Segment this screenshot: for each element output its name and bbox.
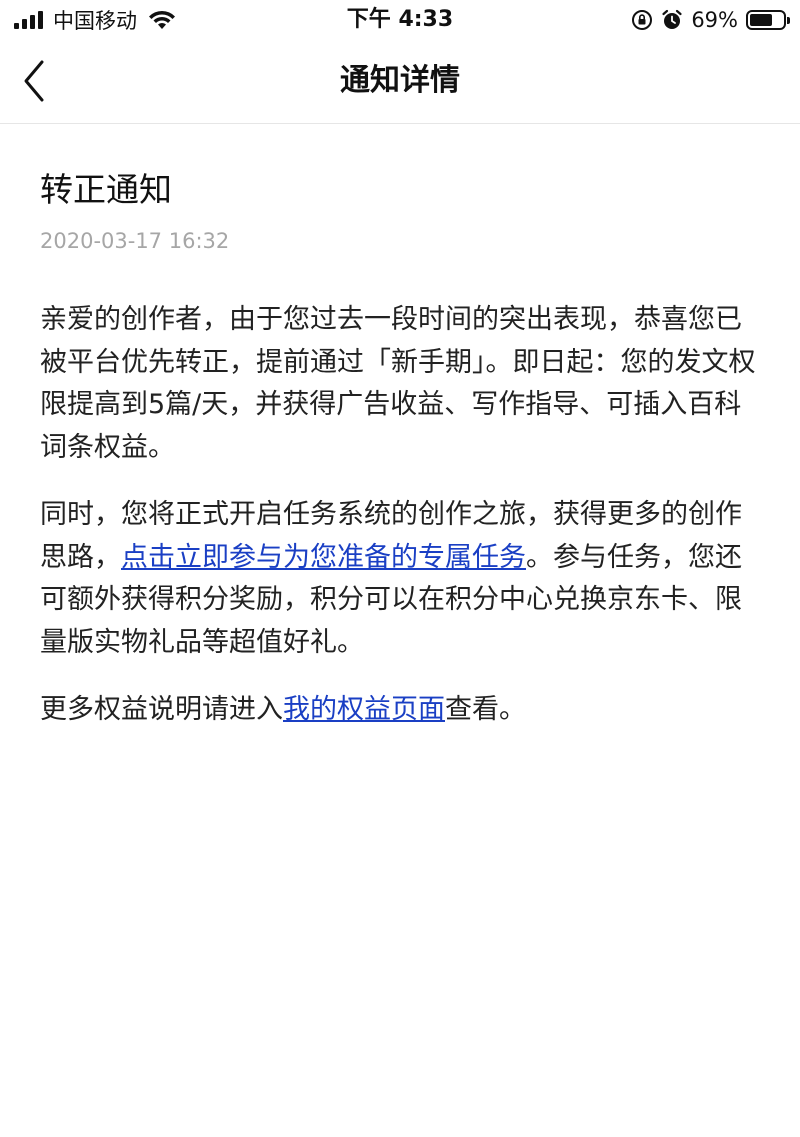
my-benefits-link[interactable]: 我的权益页面 — [283, 694, 445, 725]
status-right: 69% — [631, 6, 790, 34]
status-bar: 中国移动 下午 4:33 69% — [0, 0, 800, 40]
page-title: 通知详情 — [340, 63, 460, 98]
alarm-icon — [662, 9, 682, 29]
notice-paragraph-2: 同时，您将正式开启任务系统的创作之旅，获得更多的创作思路，点击立即参与为您准备的… — [40, 494, 764, 664]
notice-content: 转正通知 2020-03-17 16:32 亲爱的创作者，由于您过去一段时间的突… — [40, 124, 764, 732]
battery-icon — [746, 10, 790, 30]
battery-percent: 69% — [691, 8, 738, 32]
notice-date: 2020-03-17 16:32 — [40, 229, 230, 253]
notice-paragraph-3: 更多权益说明请进入我的权益页面查看。 — [40, 689, 764, 732]
notice-paragraph-1: 亲爱的创作者，由于您过去一段时间的突出表现，恭喜您已被平台优先转正，提前通过「新… — [40, 304, 756, 463]
notice-title: 转正通知 — [40, 170, 172, 209]
orientation-lock-icon — [632, 10, 653, 30]
paragraph-3-text-before: 更多权益说明请进入 — [40, 694, 283, 725]
navigation-bar: 通知详情 — [0, 40, 800, 124]
paragraph-3-text-after: 查看。 — [445, 694, 526, 725]
battery-fill — [750, 14, 773, 26]
battery-tip — [787, 17, 790, 24]
join-tasks-link[interactable]: 点击立即参与为您准备的专属任务 — [121, 542, 526, 573]
